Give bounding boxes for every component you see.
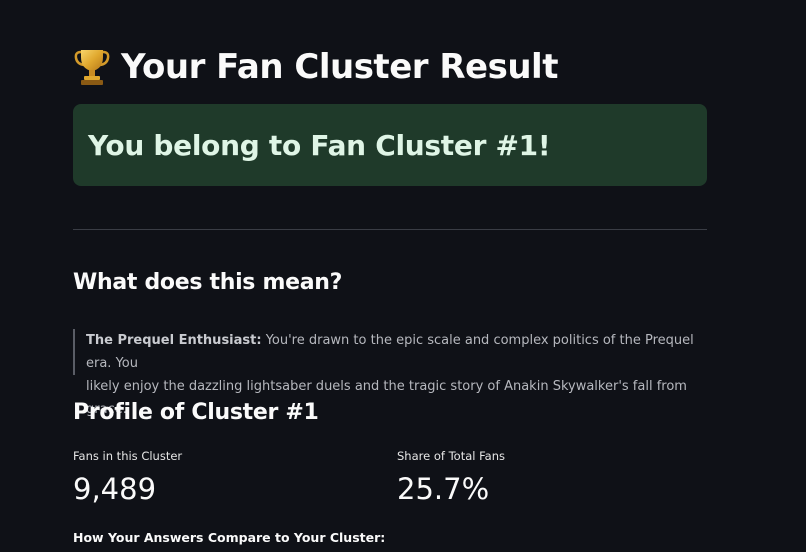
meaning-heading: What does this mean? [73, 270, 343, 295]
result-message: You belong to Fan Cluster #1! [88, 128, 551, 162]
trophy-icon [73, 47, 111, 87]
profile-heading: Profile of Cluster #1 [73, 400, 319, 425]
result-success-alert: You belong to Fan Cluster #1! [73, 104, 707, 186]
metric-share-of-fans: Share of Total Fans 25.7% [397, 448, 697, 507]
compare-heading: How Your Answers Compare to Your Cluster… [73, 530, 386, 545]
metric-value: 25.7% [397, 472, 490, 506]
cluster-description: The Prequel Enthusiast: You're drawn to … [73, 329, 707, 417]
metric-label: Share of Total Fans [397, 449, 505, 463]
divider [73, 229, 707, 230]
metric-label: Fans in this Cluster [73, 449, 183, 463]
page-title: Your Fan Cluster Result [73, 42, 558, 92]
metric-fans-in-cluster: Fans in this Cluster 9,489 [73, 448, 373, 507]
page-title-text: Your Fan Cluster Result [121, 47, 558, 87]
metric-value: 9,489 [73, 472, 157, 506]
cluster-persona-label: The Prequel Enthusiast: [86, 333, 262, 348]
app-page: Your Fan Cluster Result You belong to Fa… [0, 0, 806, 552]
